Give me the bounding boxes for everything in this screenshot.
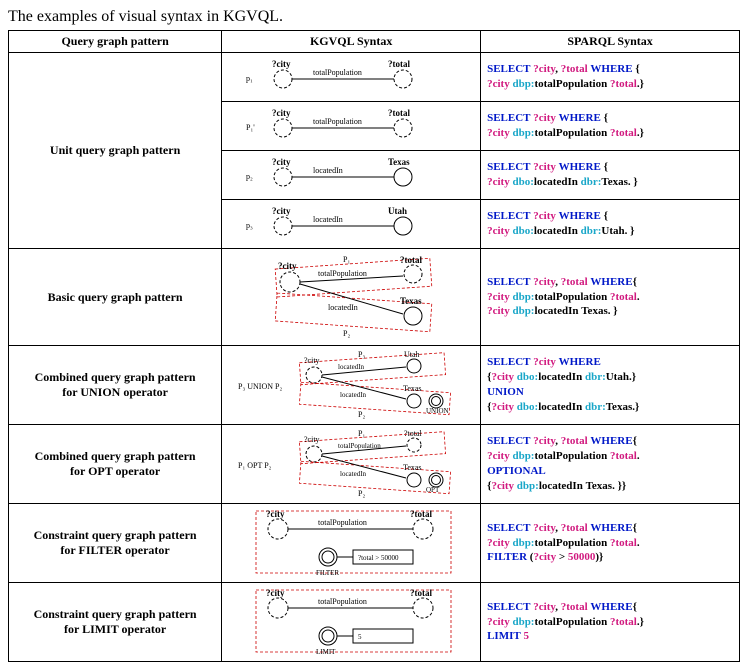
header-kgvql: KGVQL Syntax [222,31,481,53]
sparql-code: SELECT ?city WHERE {?city dbo:locatedIn … [481,151,740,200]
pattern-name: Constraint query graph patternfor LIMIT … [9,583,222,662]
svg-text:?total: ?total [404,429,423,438]
svg-text:P₃ UNION P₂: P₃ UNION P₂ [238,382,282,391]
graph-diagram: p₁ ?city totalPopulation ?total [228,57,468,97]
svg-text:P₁': P₁' [246,123,255,132]
svg-text:P₂: P₂ [343,329,350,338]
svg-text:totalPopulation: totalPopulation [318,518,367,527]
svg-text:p₁: p₁ [246,74,253,83]
svg-text:?total: ?total [400,255,422,265]
header-pattern: Query graph pattern [9,31,222,53]
svg-text:?total: ?total [388,108,410,118]
graph-diagram: p₃ ?city locatedIn Utah [228,204,468,244]
sparql-code: SELECT ?city, ?total WHERE{?city dbp:tot… [481,504,740,583]
pattern-name-unit: Unit query graph pattern [9,53,222,249]
svg-text:?total: ?total [388,59,410,69]
pattern-name: Constraint query graph patternfor FILTER… [9,504,222,583]
graph-diagram-union: P₃ UNION P₂ P₃ ?city locatedIn Utah loca… [228,349,468,421]
svg-text:FILTER: FILTER [316,569,339,577]
svg-text:P₂: P₂ [358,489,365,498]
svg-text:?city: ?city [272,157,291,167]
svg-text:Texas: Texas [388,157,410,167]
kgvql-diagram: p₂ ?city locatedIn Texas [222,151,481,200]
sparql-code: SELECT ?city WHERE {?city dbp:totalPopul… [481,102,740,151]
svg-text:?total: ?total [410,588,432,598]
svg-text:LIMIT: LIMIT [316,648,336,656]
svg-text:P₁: P₁ [358,429,365,438]
pattern-name: Basic query graph pattern [9,249,222,346]
svg-text:totalPopulation: totalPopulation [338,442,381,450]
syntax-table: Query graph pattern KGVQL Syntax SPARQL … [8,30,740,662]
svg-text:p₂: p₂ [246,172,253,181]
kgvql-diagram: P₁ OPT P₂ P₁ ?city totalPopulation ?tota… [222,425,481,504]
svg-text:locatedIn: locatedIn [340,391,367,399]
svg-text:Texas: Texas [403,384,422,393]
svg-text:?total: ?total [410,509,432,519]
sparql-code: SELECT ?city WHERE{?city dbo:locatedIn d… [481,346,740,425]
kgvql-diagram: P₁' ?city totalPopulation ?total [222,102,481,151]
svg-text:Texas: Texas [403,463,422,472]
svg-text:p₃: p₃ [246,221,253,230]
graph-diagram: p₂ ?city locatedIn Texas [228,155,468,195]
svg-text:?city: ?city [278,261,297,271]
svg-text:UNION: UNION [426,407,449,415]
kgvql-diagram: P₃ UNION P₂ P₃ ?city locatedIn Utah loca… [222,346,481,425]
sparql-code: SELECT ?city, ?total WHERE{?city dbp:tot… [481,249,740,346]
svg-text:?city: ?city [266,509,285,519]
pattern-name: Combined query graph patternfor UNION op… [9,346,222,425]
svg-text:locatedIn: locatedIn [313,215,343,224]
kgvql-diagram: ?city totalPopulation ?total 5 LIMIT [222,583,481,662]
sparql-code: SELECT ?city, ?total WHERE {?city dbp:to… [481,53,740,102]
svg-text:P₂: P₂ [358,410,365,419]
kgvql-diagram: p₁ ?city totalPopulation ?total [222,53,481,102]
kgvql-diagram: P₁ ?city totalPopulation ?total locatedI… [222,249,481,346]
kgvql-diagram: p₃ ?city locatedIn Utah [222,200,481,249]
svg-text:P₁: P₁ [343,255,350,264]
svg-text:?city: ?city [272,206,291,216]
svg-text:P₃: P₃ [358,350,365,359]
sparql-code: SELECT ?city WHERE {?city dbo:locatedIn … [481,200,740,249]
svg-text:totalPopulation: totalPopulation [318,597,367,606]
svg-text:P₁ OPT P₂: P₁ OPT P₂ [238,461,272,470]
svg-text:locatedIn: locatedIn [328,303,358,312]
svg-text:?city: ?city [304,435,320,444]
svg-text:?city: ?city [304,356,320,365]
graph-diagram-basic: P₁ ?city totalPopulation ?total locatedI… [228,252,468,342]
graph-diagram-constraint: ?city totalPopulation ?total ?total > 50… [228,507,468,579]
svg-text:?city: ?city [272,108,291,118]
svg-text:totalPopulation: totalPopulation [313,117,362,126]
kgvql-diagram: ?city totalPopulation ?total ?total > 50… [222,504,481,583]
svg-text:locatedIn: locatedIn [340,470,367,478]
svg-text:Utah: Utah [404,350,420,359]
header-sparql: SPARQL Syntax [481,31,740,53]
pattern-name: Combined query graph patternfor OPT oper… [9,425,222,504]
svg-text:Texas: Texas [400,296,422,306]
page-title: The examples of visual syntax in KGVQL. [8,8,740,26]
svg-text:totalPopulation: totalPopulation [313,68,362,77]
graph-diagram: P₁' ?city totalPopulation ?total [228,106,468,146]
svg-text:locatedIn: locatedIn [313,166,343,175]
svg-text:?city: ?city [266,588,285,598]
svg-text:locatedIn: locatedIn [338,363,365,371]
svg-text:totalPopulation: totalPopulation [318,269,367,278]
svg-text:Utah: Utah [388,206,407,216]
svg-text:OPT: OPT [426,486,440,494]
graph-diagram-opt: P₁ OPT P₂ P₁ ?city totalPopulation ?tota… [228,428,468,500]
graph-diagram-constraint: ?city totalPopulation ?total 5 LIMIT [228,586,468,658]
svg-text:?city: ?city [272,59,291,69]
sparql-code: SELECT ?city, ?total WHERE{?city dbp:tot… [481,425,740,504]
sparql-code: SELECT ?city, ?total WHERE{?city dbp:tot… [481,583,740,662]
svg-text:5: 5 [358,633,362,641]
svg-text:?total > 50000: ?total > 50000 [358,554,399,562]
